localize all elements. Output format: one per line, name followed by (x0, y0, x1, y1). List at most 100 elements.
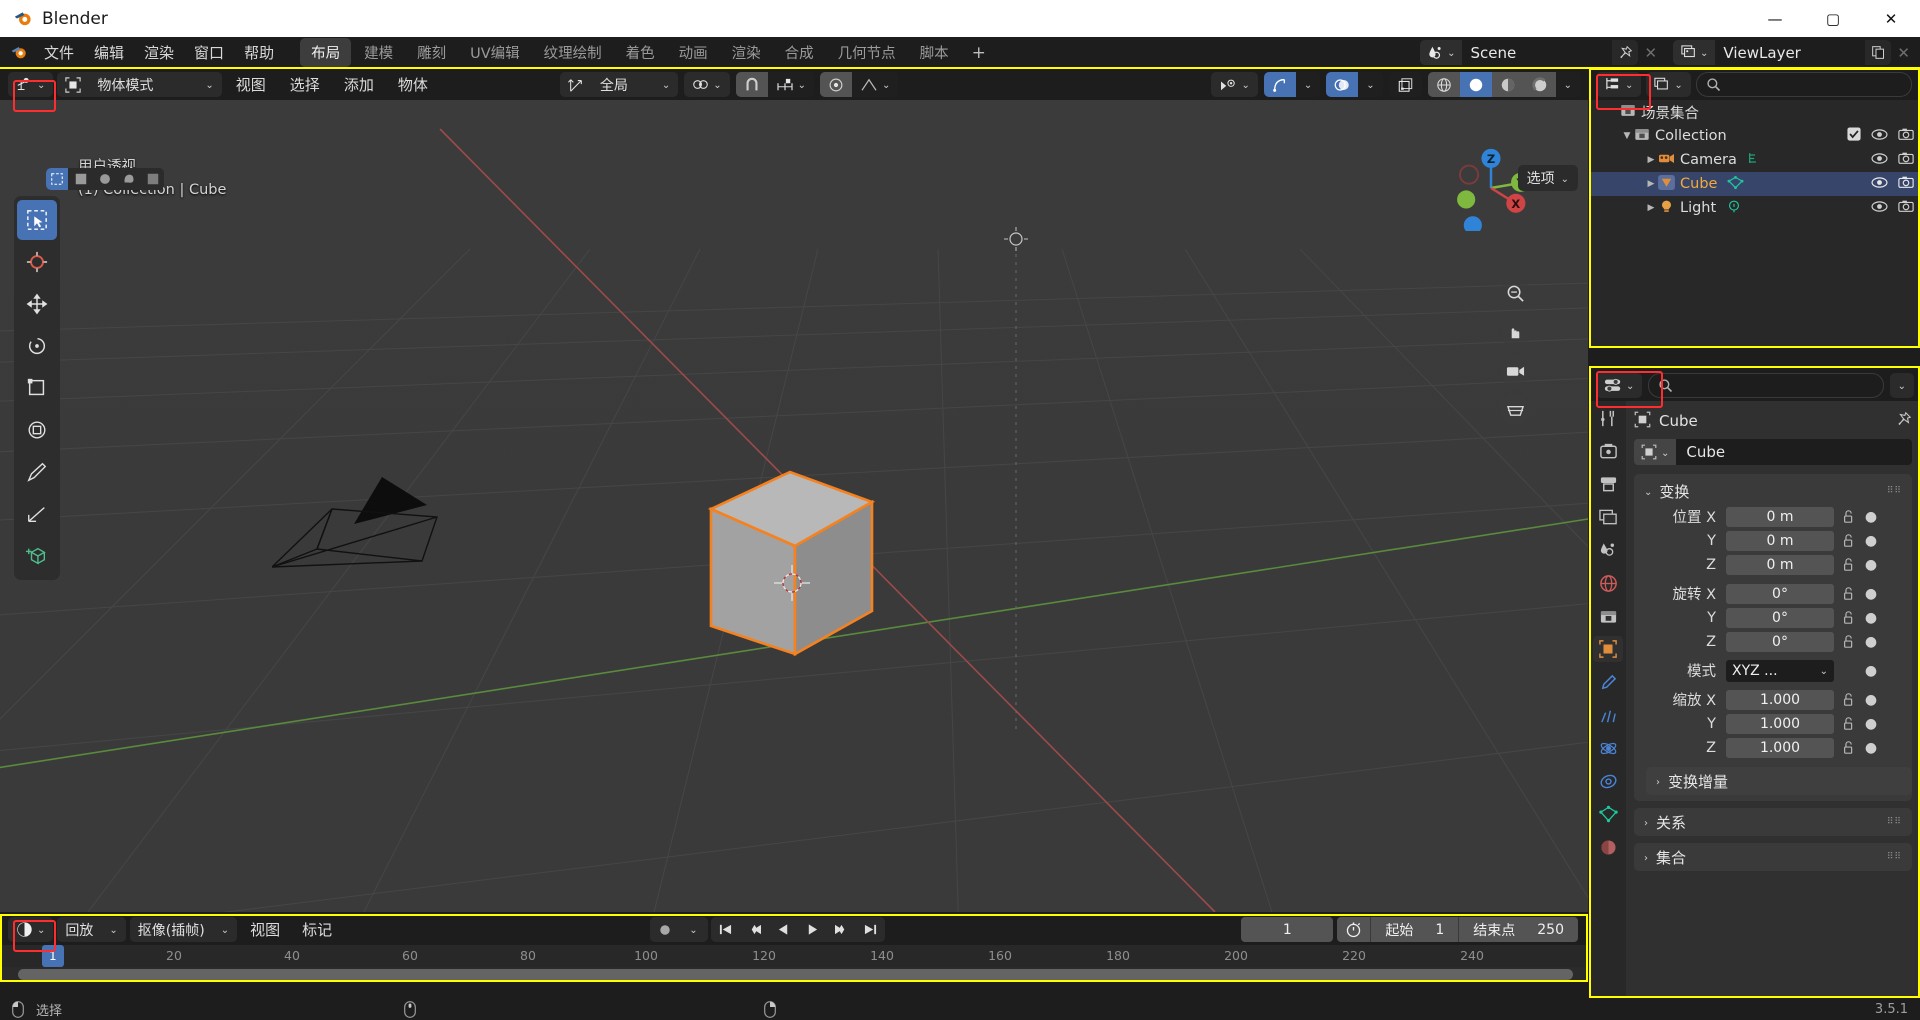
prev-keyframe-button[interactable] (740, 917, 769, 942)
menu-edit[interactable]: 编辑 (84, 41, 134, 65)
playback-menu[interactable]: 回放 ⌄ (57, 917, 126, 942)
viewport-menu-select[interactable]: 选择 (280, 71, 330, 98)
tab-world[interactable] (1593, 570, 1623, 596)
viewport-menu-view[interactable]: 视图 (226, 71, 276, 98)
properties-search-input[interactable] (1648, 372, 1884, 398)
outliner-editor-type-icon[interactable]: ⌄ (1596, 72, 1642, 97)
outliner-row-collection[interactable]: ▼ Collection (1590, 124, 1920, 148)
scale-x-field[interactable]: 1.000 (1726, 689, 1834, 710)
next-keyframe-button[interactable] (827, 917, 856, 942)
lock-rotation-z-icon[interactable] (1840, 634, 1858, 649)
show-overlays-icon[interactable] (1326, 72, 1359, 97)
mode-label[interactable]: 物体模式 (89, 72, 198, 97)
properties-options-chevron-icon[interactable]: ⌄ (1889, 372, 1914, 398)
tab-material[interactable] (1593, 834, 1623, 860)
object-id-icon[interactable]: ⌄ (1634, 439, 1677, 465)
circle-select-icon[interactable] (94, 168, 116, 190)
hide-in-viewport-icon[interactable] (1871, 176, 1888, 193)
animate-location-z-icon[interactable]: ● (1864, 557, 1878, 573)
rendered-shading-icon[interactable] (1523, 72, 1556, 97)
hide-in-viewport-icon[interactable] (1871, 128, 1888, 145)
blender-menu-icon[interactable] (4, 40, 34, 66)
viewport-3d[interactable]: ⌄ 物体模式 ⌄ 视图 选择 添加 物体 全局 ⌄ ⌄ ⌄ ⌄ ⌄ ⌄ ⌄ ⌄ … (0, 69, 1588, 912)
panel-grip-icon[interactable] (1887, 855, 1902, 860)
lock-location-x-icon[interactable] (1840, 509, 1858, 524)
viewport-menu-object[interactable]: 物体 (388, 71, 438, 98)
properties-editor[interactable]: ⌄ ⌄ Cube ⌄ Cube ⌄ 变换 ⠿⠿ 位置 X 0 m ● Y 0 m… (1590, 369, 1920, 1000)
add-workspace-button[interactable]: + (962, 41, 996, 65)
use-preview-range-icon[interactable] (1337, 917, 1370, 942)
menu-window[interactable]: 窗口 (184, 41, 234, 65)
tab-scene[interactable] (1593, 537, 1623, 563)
lock-location-y-icon[interactable] (1840, 533, 1858, 548)
timeline-editor[interactable]: ⌄ 回放 ⌄ 抠像(插帧) ⌄ 视图 标记 ⌄ 1 起始 1 结束点 250 2… (0, 914, 1588, 982)
disable-in-renders-icon[interactable] (1898, 127, 1914, 145)
tab-modeling[interactable]: 建模 (353, 38, 404, 67)
disable-in-renders-icon[interactable] (1898, 151, 1914, 169)
extra-select-icon[interactable] (142, 168, 164, 190)
location-z-field[interactable]: 0 m (1726, 554, 1834, 575)
lock-scale-x-icon[interactable] (1840, 692, 1858, 707)
outliner-display-mode-selector[interactable]: ⌄ (1646, 72, 1691, 97)
rotation-mode-dropdown[interactable]: XYZ ... ⌄ (1726, 659, 1834, 682)
scene-name[interactable]: Scene (1462, 40, 1613, 65)
animate-rotation-z-icon[interactable]: ● (1864, 634, 1878, 650)
box-select-icon[interactable] (70, 168, 92, 190)
timeline-scrollbar[interactable] (0, 967, 1588, 982)
tool-measure[interactable] (17, 494, 57, 534)
show-gizmo-icon[interactable] (1263, 72, 1296, 97)
hide-in-viewport-icon[interactable] (1871, 152, 1888, 169)
proportional-edit-group[interactable]: ⌄ (820, 72, 899, 97)
lock-scale-z-icon[interactable] (1840, 740, 1858, 755)
visibility-selector[interactable]: ⌄ (1211, 72, 1258, 97)
tab-particles[interactable] (1593, 702, 1623, 728)
tab-geometry-nodes[interactable]: 几何节点 (827, 38, 907, 67)
light-object[interactable] (1000, 219, 1040, 259)
rotation-x-field[interactable]: 0° (1726, 583, 1834, 604)
shading-chevron-icon[interactable]: ⌄ (1555, 72, 1580, 97)
tab-sculpting[interactable]: 雕刻 (406, 38, 457, 67)
remove-scene-icon[interactable]: ✕ (1638, 44, 1663, 62)
menu-file[interactable]: 文件 (34, 41, 84, 65)
tab-animation[interactable]: 动画 (668, 38, 719, 67)
tab-layout[interactable]: 布局 (300, 38, 352, 67)
scale-z-field[interactable]: 1.000 (1726, 737, 1834, 758)
playback-menu-label[interactable]: 回放 (57, 917, 102, 942)
scale-y-field[interactable]: 1.000 (1726, 713, 1834, 734)
orientation-chevron-icon[interactable]: ⌄ (653, 72, 679, 97)
camera-view-button[interactable] (1500, 356, 1530, 386)
select-mode-group[interactable] (46, 168, 164, 190)
checkbox-exclude-collection[interactable] (1847, 127, 1861, 145)
keying-menu[interactable]: 抠像(插帧) ⌄ (129, 917, 238, 942)
overlay-chevron-icon[interactable]: ⌄ (1358, 72, 1383, 97)
material-preview-icon[interactable] (1491, 72, 1524, 97)
remove-viewlayer-icon[interactable]: ✕ (1891, 44, 1916, 62)
properties-editor-type-selector[interactable]: ⌄ (1596, 372, 1643, 398)
timeline-scrollbar-thumb[interactable] (18, 969, 1573, 980)
view-layer-display-icon[interactable]: ⌄ (1646, 72, 1691, 97)
scene-icon[interactable]: ⌄ (1420, 40, 1463, 65)
tab-rendering[interactable]: 渲染 (721, 38, 772, 67)
viewlayer-icon[interactable]: ⌄ (1673, 40, 1716, 65)
tool-transform[interactable] (17, 410, 57, 450)
playback-chevron-icon[interactable]: ⌄ (101, 917, 126, 942)
tab-view-layer[interactable] (1593, 504, 1623, 530)
overlay-toggle-group[interactable]: ⌄ (1326, 72, 1383, 97)
object-id-field[interactable]: ⌄ Cube (1634, 439, 1912, 465)
gizmo-toggle-group[interactable]: ⌄ (1263, 72, 1321, 97)
auto-keying-chevron-icon[interactable]: ⌄ (679, 917, 708, 942)
timeline-editor-type-icon[interactable]: ⌄ (8, 917, 54, 942)
transport-controls[interactable] (711, 917, 885, 942)
outliner-editor-type-selector[interactable]: ⌄ (1596, 72, 1642, 97)
tab-texture-paint[interactable]: 纹理绘制 (533, 38, 613, 67)
outliner-search-input[interactable] (1695, 72, 1912, 97)
transform-orientation-selector[interactable]: 全局 ⌄ (559, 72, 679, 97)
pivot-point-selector[interactable]: ⌄ (684, 72, 730, 97)
interaction-mode-selector[interactable]: 物体模式 ⌄ (57, 72, 222, 97)
pin-properties-icon[interactable] (1896, 411, 1912, 431)
play-button[interactable] (798, 917, 827, 942)
animate-scale-x-icon[interactable]: ● (1864, 692, 1878, 708)
relations-panel[interactable]: › 关系 (1634, 808, 1912, 836)
lock-rotation-y-icon[interactable] (1840, 610, 1858, 625)
hide-in-viewport-icon[interactable] (1871, 200, 1888, 217)
